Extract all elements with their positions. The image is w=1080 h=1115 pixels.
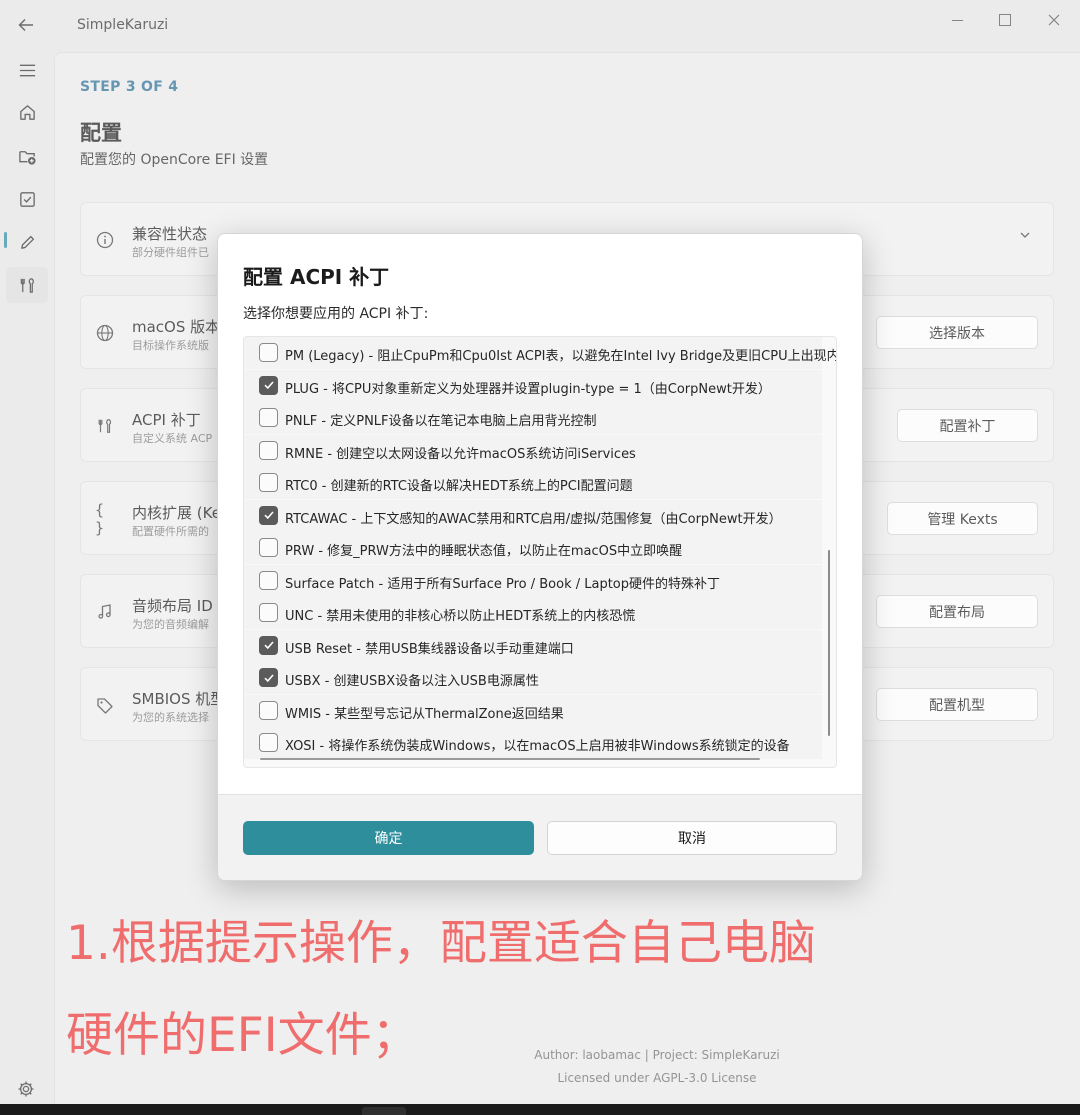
horizontal-scrollbar[interactable]	[260, 758, 760, 760]
patch-item[interactable]: WMIS - 某些型号忘记从ThermalZone返回结果	[244, 694, 822, 727]
patch-list-container[interactable]: PM (Legacy) - 阻止CpuPm和Cpu0Ist ACPI表，以避免在…	[243, 336, 837, 768]
patch-item[interactable]: PRW - 修复_PRW方法中的睡眠状态值，以防止在macOS中立即唤醒	[244, 532, 822, 564]
patch-checkbox[interactable]	[259, 343, 278, 362]
patch-checkbox[interactable]	[259, 570, 278, 590]
patch-item[interactable]: USBX - 创建USBX设备以注入USB电源属性	[244, 662, 822, 694]
patch-checkbox[interactable]	[259, 700, 278, 720]
cancel-button[interactable]: 取消	[547, 821, 837, 855]
patch-checkbox[interactable]	[259, 538, 278, 557]
patch-item[interactable]: USB Reset - 禁用USB集线器设备以手动重建端口	[244, 629, 822, 662]
patch-label: USB Reset - 禁用USB集线器设备以手动重建端口	[285, 641, 574, 657]
patch-item[interactable]: PM (Legacy) - 阻止CpuPm和Cpu0Ist ACPI表，以避免在…	[244, 337, 836, 369]
patch-checkbox[interactable]	[259, 473, 278, 492]
patch-item[interactable]: RMNE - 创建空以太网设备以允许macOS系统访问iServices	[244, 434, 822, 467]
patch-label: UNC - 禁用未使用的非核心桥以防止HEDT系统上的内核恐慌	[285, 609, 636, 624]
patch-label: PNLF - 定义PNLF设备以在笔记本电脑上启用背光控制	[285, 414, 597, 429]
patch-checkbox[interactable]	[259, 635, 278, 655]
patch-label: USBX - 创建USBX设备以注入USB电源属性	[285, 674, 539, 689]
patch-label: WMIS - 某些型号忘记从ThermalZone返回结果	[285, 706, 564, 722]
dialog-footer: 确定 取消	[218, 794, 862, 880]
patch-checkbox[interactable]	[259, 375, 278, 395]
patch-label: Surface Patch - 适用于所有Surface Pro / Book …	[285, 576, 721, 592]
patch-label: RMNE - 创建空以太网设备以允许macOS系统访问iServices	[285, 446, 636, 462]
patch-checkbox[interactable]	[259, 505, 278, 525]
checkmark-icon	[263, 641, 274, 650]
patch-checkbox[interactable]	[259, 668, 278, 687]
checkmark-icon	[263, 381, 274, 390]
confirm-button[interactable]: 确定	[243, 821, 534, 855]
patch-label: PRW - 修复_PRW方法中的睡眠状态值，以防止在macOS中立即唤醒	[285, 544, 683, 559]
checkmark-icon	[263, 673, 274, 682]
patch-item[interactable]: PNLF - 定义PNLF设备以在笔记本电脑上启用背光控制	[244, 402, 822, 434]
acpi-patch-dialog: 配置 ACPI 补丁 选择你想要应用的 ACPI 补丁: PM (Legacy)…	[217, 233, 863, 881]
patch-item[interactable]: RTCAWAC - 上下文感知的AWAC禁用和RTC启用/虚拟/范围修复（由Co…	[244, 499, 822, 532]
patch-label: PLUG - 将CPU对象重新定义为处理器并设置plugin-type = 1（…	[285, 381, 771, 397]
app-window: SimpleKaruzi STEP 3 OF 4 配置 配置您的 OpenCor…	[0, 0, 1080, 1104]
patch-label: XOSI - 将操作系统伪装成Windows，以在macOS上启用被非Windo…	[285, 739, 790, 754]
patch-checkbox[interactable]	[259, 733, 278, 752]
patch-label: PM (Legacy) - 阻止CpuPm和Cpu0Ist ACPI表，以避免在…	[285, 349, 837, 364]
patch-item[interactable]: XOSI - 将操作系统伪装成Windows，以在macOS上启用被非Windo…	[244, 727, 822, 759]
taskbar-app[interactable]	[362, 1107, 406, 1115]
annotation-text: 1.根据提示操作，配置适合自己电脑 硬件的EFI文件；	[66, 898, 966, 1082]
patch-checkbox[interactable]	[259, 440, 278, 460]
checkmark-icon	[263, 511, 274, 520]
dialog-title: 配置 ACPI 补丁	[243, 265, 390, 289]
vertical-scrollbar[interactable]	[828, 550, 830, 736]
patch-checkbox[interactable]	[259, 408, 278, 427]
patch-checkbox[interactable]	[259, 603, 278, 622]
patch-label: RTCAWAC - 上下文感知的AWAC禁用和RTC启用/虚拟/范围修复（由Co…	[285, 511, 782, 527]
taskbar	[0, 1104, 1080, 1115]
patch-label: RTC0 - 创建新的RTC设备以解决HEDT系统上的PCI配置问题	[285, 479, 633, 494]
patch-item[interactable]: PLUG - 将CPU对象重新定义为处理器并设置plugin-type = 1（…	[244, 369, 822, 402]
annotation-line-1: 1.根据提示操作，配置适合自己电脑	[66, 916, 816, 971]
patch-item[interactable]: RTC0 - 创建新的RTC设备以解决HEDT系统上的PCI配置问题	[244, 467, 822, 499]
patch-item[interactable]: Surface Patch - 适用于所有Surface Pro / Book …	[244, 564, 822, 597]
patch-item[interactable]: UNC - 禁用未使用的非核心桥以防止HEDT系统上的内核恐慌	[244, 597, 822, 629]
annotation-line-2: 硬件的EFI文件；	[66, 1008, 419, 1063]
dialog-prompt: 选择你想要应用的 ACPI 补丁:	[243, 306, 429, 322]
